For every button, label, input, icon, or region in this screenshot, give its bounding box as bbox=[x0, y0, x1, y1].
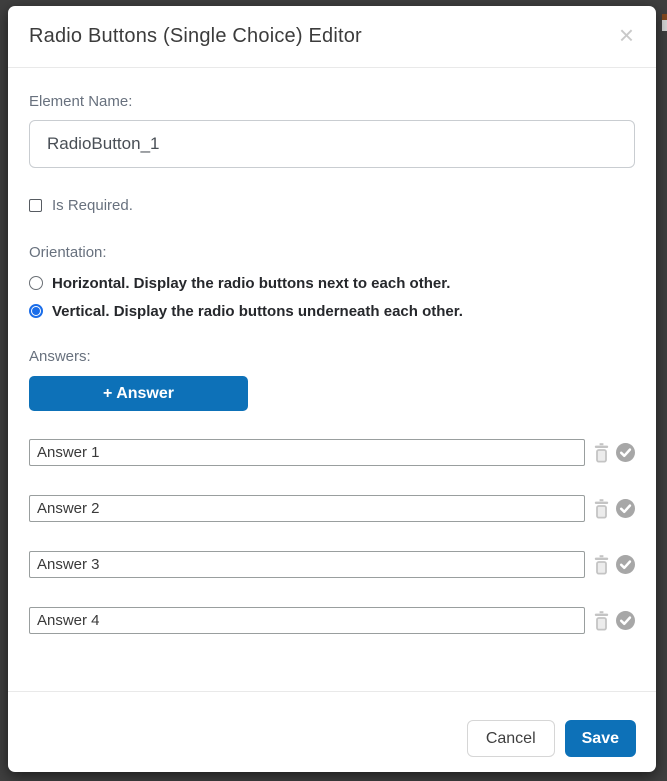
trash-icon bbox=[594, 611, 609, 631]
orientation-radio-group: Horizontal. Display the radio buttons ne… bbox=[29, 269, 635, 325]
check-circle-icon bbox=[616, 443, 635, 462]
radio-selected-icon[interactable] bbox=[29, 304, 43, 318]
orientation-option-vertical-label: Vertical. Display the radio buttons unde… bbox=[52, 303, 463, 320]
confirm-answer-button[interactable] bbox=[616, 611, 635, 630]
element-name-label: Element Name: bbox=[29, 93, 635, 111]
confirm-answer-button[interactable] bbox=[616, 443, 635, 462]
element-name-input[interactable] bbox=[29, 120, 635, 168]
answer-input-1[interactable] bbox=[29, 439, 585, 466]
orientation-option-vertical[interactable]: Vertical. Display the radio buttons unde… bbox=[29, 297, 635, 325]
check-circle-icon bbox=[616, 555, 635, 574]
confirm-answer-button[interactable] bbox=[616, 499, 635, 518]
save-button[interactable]: Save bbox=[565, 720, 636, 757]
delete-answer-button[interactable] bbox=[594, 555, 609, 575]
answer-input-2[interactable] bbox=[29, 495, 585, 522]
background-page-artifact bbox=[662, 14, 667, 31]
is-required-row: Is Required. bbox=[29, 197, 635, 214]
radio-unselected-icon[interactable] bbox=[29, 276, 43, 290]
trash-icon bbox=[594, 499, 609, 519]
delete-answer-button[interactable] bbox=[594, 499, 609, 519]
answer-row bbox=[29, 439, 635, 466]
check-circle-icon bbox=[616, 499, 635, 518]
answer-input-4[interactable] bbox=[29, 607, 585, 634]
orientation-label: Orientation: bbox=[29, 244, 635, 262]
dialog-title: Radio Buttons (Single Choice) Editor bbox=[29, 25, 362, 48]
dialog-footer: Cancel Save bbox=[8, 691, 656, 772]
answers-label: Answers: bbox=[29, 348, 635, 366]
add-answer-button[interactable]: + Answer bbox=[29, 376, 248, 411]
dialog-header: Radio Buttons (Single Choice) Editor × bbox=[8, 6, 656, 68]
orientation-option-horizontal-label: Horizontal. Display the radio buttons ne… bbox=[52, 275, 450, 292]
is-required-label: Is Required. bbox=[52, 197, 133, 214]
trash-icon bbox=[594, 443, 609, 463]
delete-answer-button[interactable] bbox=[594, 611, 609, 631]
radio-buttons-editor-dialog: Radio Buttons (Single Choice) Editor × E… bbox=[8, 6, 656, 772]
is-required-checkbox[interactable] bbox=[29, 199, 42, 212]
answer-row bbox=[29, 607, 635, 634]
check-circle-icon bbox=[616, 611, 635, 630]
trash-icon bbox=[594, 555, 609, 575]
delete-answer-button[interactable] bbox=[594, 443, 609, 463]
orientation-option-horizontal[interactable]: Horizontal. Display the radio buttons ne… bbox=[29, 269, 635, 297]
answer-input-3[interactable] bbox=[29, 551, 585, 578]
answer-list bbox=[29, 439, 635, 634]
cancel-button[interactable]: Cancel bbox=[467, 720, 555, 757]
close-icon[interactable]: × bbox=[615, 22, 638, 48]
dialog-body: Element Name: Is Required. Orientation: … bbox=[8, 68, 656, 634]
confirm-answer-button[interactable] bbox=[616, 555, 635, 574]
answer-row bbox=[29, 495, 635, 522]
answer-row bbox=[29, 551, 635, 578]
